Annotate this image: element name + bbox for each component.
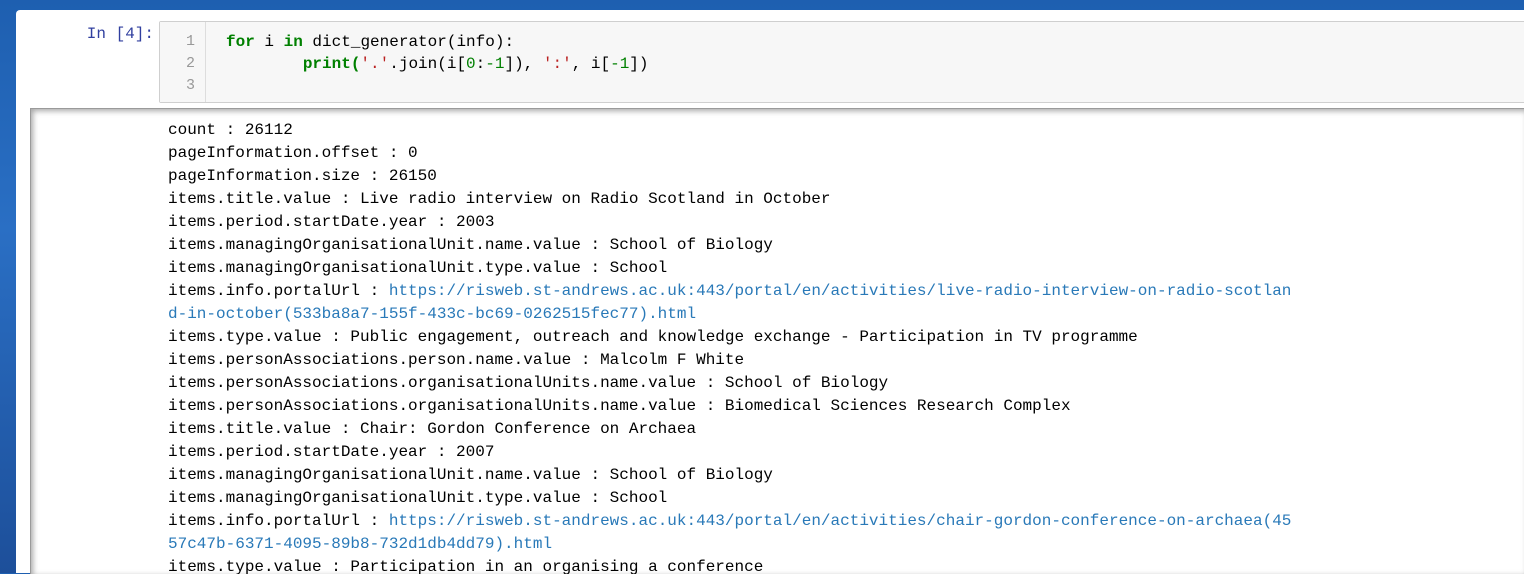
line-number: 1 (185, 33, 195, 50)
output-line: items.personAssociations.organisationalU… (168, 372, 1291, 395)
output-line: pageInformation.offset : 0 (168, 142, 1291, 165)
output-line-text: items.managingOrganisationalUnit.name.va… (168, 466, 773, 484)
line-number: 3 (185, 77, 195, 94)
number-literal: -1 (485, 55, 505, 73)
output-line-text: pageInformation.size : 26150 (168, 167, 437, 185)
output-line: items.personAssociations.organisationalU… (168, 395, 1291, 418)
output-line: items.period.startDate.year : 2003 (168, 211, 1291, 234)
output-line-text: items.type.value : Participation in an o… (168, 558, 764, 574)
output-line-text: items.period.startDate.year : 2003 (168, 213, 495, 231)
output-line: items.info.portalUrl : https://risweb.st… (168, 510, 1291, 533)
number-literal: 0 (466, 55, 476, 73)
cell-output-area[interactable]: count : 26112 pageInformation.offset : 0 p… (30, 108, 1524, 574)
output-line: items.type.value : Participation in an o… (168, 556, 1291, 574)
keyword-for: for (226, 33, 255, 51)
output-line: items.info.portalUrl : https://risweb.st… (168, 280, 1291, 303)
output-line-text: items.managingOrganisationalUnit.type.va… (168, 259, 668, 277)
output-line-text: items.type.value : Public engagement, ou… (168, 328, 1138, 346)
output-line-text: items.period.startDate.year : 2007 (168, 443, 495, 461)
output-line-text: items.title.value : Chair: Gordon Confer… (168, 420, 697, 438)
portal-url-link[interactable]: https://risweb.st-andrews.ac.uk:443/port… (389, 512, 1292, 530)
number-literal: -1 (610, 55, 630, 73)
code-text: , i[ (571, 55, 611, 73)
output-line: items.period.startDate.year : 2007 (168, 441, 1291, 464)
code-cell-editor[interactable]: 1 2 3 for i in dict_generator(info): pri… (159, 21, 1524, 103)
line-number: 2 (185, 55, 195, 72)
builtin-print: print( (226, 55, 361, 73)
output-line-text: items.title.value : Live radio interview… (168, 190, 831, 208)
portal-url-link[interactable]: d-in-october(533ba8a7-155f-433c-bc69-026… (168, 305, 696, 323)
output-line: items.managingOrganisationalUnit.name.va… (168, 234, 1291, 257)
keyword-in: in (283, 33, 303, 51)
output-line: d-in-october(533ba8a7-155f-433c-bc69-026… (168, 303, 1291, 326)
string-literal: ':' (542, 55, 572, 73)
output-line-text: items.info.portalUrl : (168, 282, 389, 300)
output-line: items.managingOrganisationalUnit.type.va… (168, 257, 1291, 280)
output-text: count : 26112 pageInformation.offset : 0 p… (168, 119, 1291, 574)
output-line: items.title.value : Chair: Gordon Confer… (168, 418, 1291, 441)
output-line: items.title.value : Live radio interview… (168, 188, 1291, 211)
output-line-text: items.managingOrganisationalUnit.type.va… (168, 489, 668, 507)
output-line-text: items.personAssociations.organisationalU… (168, 374, 889, 392)
output-line-text: pageInformation.offset : 0 (168, 144, 418, 162)
code-text: ]) (629, 55, 649, 73)
output-line: items.type.value : Public engagement, ou… (168, 326, 1291, 349)
string-literal: '.' (360, 55, 390, 73)
code-text: .join(i[ (389, 55, 467, 73)
output-line: items.personAssociations.person.name.val… (168, 349, 1291, 372)
output-line-text: items.personAssociations.person.name.val… (168, 351, 745, 369)
output-line: items.managingOrganisationalUnit.type.va… (168, 487, 1291, 510)
output-line-text: items.info.portalUrl : (168, 512, 389, 530)
output-line: 57c47b-6371-4095-89b8-732d1db4dd79).html (168, 533, 1291, 556)
portal-url-link[interactable]: https://risweb.st-andrews.ac.uk:443/port… (389, 282, 1292, 300)
output-line-text: items.personAssociations.organisationalU… (168, 397, 1071, 415)
output-line: items.managingOrganisationalUnit.name.va… (168, 464, 1291, 487)
code-text: ]), (504, 55, 543, 73)
portal-url-link[interactable]: 57c47b-6371-4095-89b8-732d1db4dd79).html (168, 535, 552, 553)
line-number-gutter: 1 2 3 (160, 22, 206, 102)
code-text: : (475, 55, 486, 73)
output-line: pageInformation.size : 26150 (168, 165, 1291, 188)
output-line-text: count : 26112 (168, 121, 293, 139)
code-text: dict_generator(info): (302, 33, 515, 51)
output-line: count : 26112 (168, 119, 1291, 142)
output-line-text: items.managingOrganisationalUnit.name.va… (168, 236, 773, 254)
code-line-2: print('.'.join(i[0:-1]), ':', i[-1]) (226, 53, 649, 75)
code-line-1: for i in dict_generator(info): (226, 31, 514, 53)
code-text: i (254, 33, 284, 51)
input-prompt: In [4]: (86, 25, 154, 43)
